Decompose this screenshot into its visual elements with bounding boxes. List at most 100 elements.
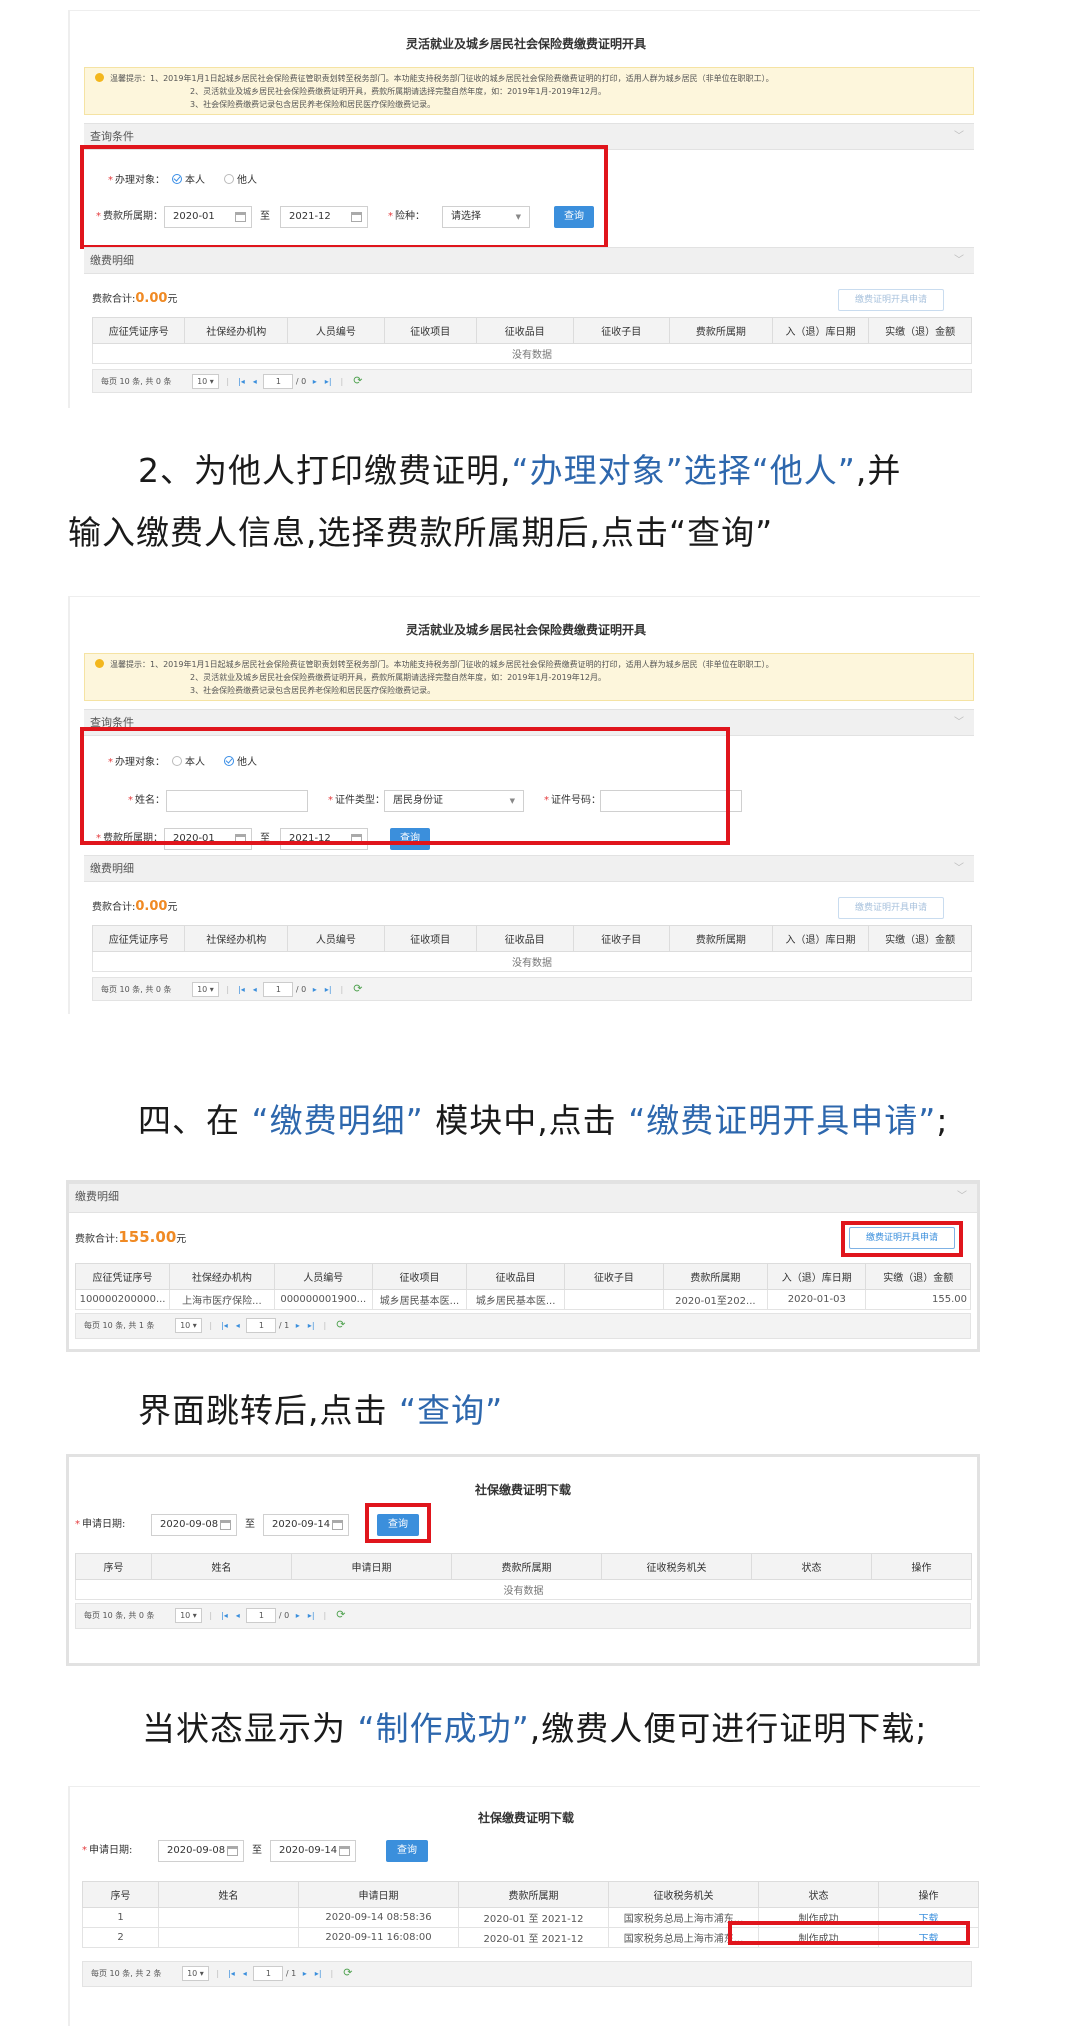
- name-label: * 姓名：: [128, 795, 165, 806]
- apply-date-from-input[interactable]: 2020-09-08: [151, 1514, 237, 1536]
- column-header: 征收品目: [466, 1263, 566, 1290]
- payment-table: 应征凭证序号 社保经办机构 人员编号 征收项目 征收品目 征收子目 费款所属期 入（退）库日期…: [91, 925, 972, 972]
- column-header: 申请日期: [291, 1553, 452, 1580]
- detail-section-header[interactable]: 缴费明细 ﹀: [69, 1183, 977, 1213]
- first-page-icon[interactable]: |◂: [238, 985, 245, 994]
- dropdown-arrow-icon: ▼: [509, 797, 515, 805]
- page-number-input[interactable]: 1: [263, 374, 294, 389]
- apply-certificate-button[interactable]: 缴费证明开具申请: [838, 897, 944, 919]
- apply-date-to-input[interactable]: 2020-09-14: [263, 1514, 349, 1536]
- download-table: 序号 姓名 申请日期 费款所属期 征收税务机关 状态 操作 1 2020-09-14 08:5…: [82, 1881, 979, 1948]
- period-from-input[interactable]: 2020-01: [164, 828, 252, 850]
- page-size-select[interactable]: 10 ▾: [192, 982, 219, 997]
- table-cell: 155.00: [865, 1289, 971, 1310]
- page-number-input[interactable]: 1: [263, 982, 294, 997]
- query-button[interactable]: 查询: [554, 206, 594, 228]
- payment-table: 应征凭证序号 社保经办机构 人员编号 征收项目 征收品目 征收子目 费款所属期 入（退）库日期…: [74, 1263, 971, 1310]
- period-to-input[interactable]: 2021-12: [280, 828, 368, 850]
- column-header: 征收项目: [371, 1263, 468, 1290]
- column-header: 申请日期: [298, 1881, 459, 1908]
- page-size-select[interactable]: 10 ▾: [192, 374, 219, 389]
- page-size-select[interactable]: 10 ▾: [182, 1966, 209, 1981]
- radio-other[interactable]: 他人: [224, 753, 257, 773]
- refresh-icon[interactable]: ⟳: [353, 374, 362, 387]
- radio-self[interactable]: 本人: [172, 171, 205, 191]
- table-cell: [158, 1927, 299, 1948]
- column-header: 序号: [75, 1553, 152, 1580]
- table-cell: 100000200000...: [74, 1289, 171, 1310]
- table-cell: 2020-01 至 2021-12: [458, 1907, 609, 1928]
- apply-certificate-button[interactable]: 缴费证明开具申请: [838, 289, 944, 311]
- query-section-header[interactable]: 查询条件 ﹀: [84, 123, 974, 150]
- detail-section-header[interactable]: 缴费明细 ﹀: [84, 247, 974, 274]
- table-cell: [564, 1289, 664, 1310]
- cert-type-select[interactable]: 居民身份证 ▼: [384, 790, 524, 812]
- column-header: 实缴（退）金额: [865, 1263, 971, 1290]
- calendar-icon: [332, 1520, 343, 1530]
- last-page-icon[interactable]: ▸|: [308, 1611, 315, 1620]
- chevron-down-icon: ﹀: [954, 131, 964, 142]
- query-button[interactable]: 查询: [386, 1840, 428, 1862]
- tip-banner: 温馨提示：1、2019年1月1日起城乡居民社会保险费征管职责划转至税务部门。本功…: [84, 67, 974, 115]
- last-page-icon[interactable]: ▸|: [325, 985, 332, 994]
- download-page-title: 社保缴费证明下载: [477, 1811, 574, 1825]
- next-page-icon[interactable]: ▸: [313, 985, 317, 994]
- apply-date-from-input[interactable]: 2020-09-08: [158, 1840, 244, 1862]
- prev-page-icon[interactable]: ◂: [236, 1611, 240, 1620]
- next-page-icon[interactable]: ▸: [296, 1321, 300, 1330]
- insurance-select[interactable]: 请选择 ▼: [442, 206, 530, 228]
- prev-page-icon[interactable]: ◂: [236, 1321, 240, 1330]
- cert-number-input[interactable]: [600, 790, 742, 812]
- download-link[interactable]: 下载: [878, 1927, 979, 1948]
- calendar-icon: [235, 834, 246, 844]
- table-row[interactable]: 100000200000... 上海市医疗保险... 000000001900...…: [74, 1289, 971, 1310]
- page-number-input[interactable]: 1: [253, 1966, 284, 1981]
- radio-other[interactable]: 他人: [224, 171, 257, 191]
- period-to-input[interactable]: 2021-12: [280, 206, 368, 228]
- chevron-down-icon: ﹀: [954, 255, 964, 266]
- next-page-icon[interactable]: ▸: [313, 377, 317, 386]
- column-header: 社保经办机构: [184, 925, 289, 952]
- last-page-icon[interactable]: ▸|: [315, 1969, 322, 1978]
- radio-checked-icon: [172, 174, 182, 184]
- name-input[interactable]: [166, 790, 308, 812]
- refresh-icon[interactable]: ⟳: [336, 1608, 345, 1621]
- table-cell: 国家税务总局上海市浦东...: [608, 1927, 759, 1948]
- prev-page-icon[interactable]: ◂: [253, 377, 257, 386]
- apply-date-label: * 申请日期:: [75, 1519, 126, 1530]
- query-button[interactable]: 查询: [377, 1514, 419, 1536]
- prev-page-icon[interactable]: ◂: [253, 985, 257, 994]
- period-from-input[interactable]: 2020-01: [164, 206, 252, 228]
- apply-date-to-input[interactable]: 2020-09-14: [270, 1840, 356, 1862]
- query-button[interactable]: 查询: [390, 828, 430, 850]
- apply-certificate-button[interactable]: 缴费证明开具申请: [849, 1227, 955, 1249]
- next-page-icon[interactable]: ▸: [296, 1611, 300, 1620]
- first-page-icon[interactable]: |◂: [238, 377, 245, 386]
- column-header: 姓名: [158, 1881, 299, 1908]
- radio-empty-icon: [224, 174, 234, 184]
- last-page-icon[interactable]: ▸|: [308, 1321, 315, 1330]
- first-page-icon[interactable]: |◂: [221, 1611, 228, 1620]
- table-row: 1 2020-09-14 08:58:36 2020-01 至 2021-12 国家税…: [82, 1907, 979, 1928]
- page-size-select[interactable]: 10 ▾: [175, 1608, 202, 1623]
- prev-page-icon[interactable]: ◂: [243, 1969, 247, 1978]
- first-page-icon[interactable]: |◂: [228, 1969, 235, 1978]
- refresh-icon[interactable]: ⟳: [336, 1318, 345, 1331]
- first-page-icon[interactable]: |◂: [221, 1321, 228, 1330]
- radio-self[interactable]: 本人: [172, 753, 205, 773]
- column-header: 操作: [871, 1553, 972, 1580]
- page-size-select[interactable]: 10 ▾: [175, 1318, 202, 1333]
- page-number-input[interactable]: 1: [246, 1608, 277, 1623]
- refresh-icon[interactable]: ⟳: [353, 982, 362, 995]
- query-section-header[interactable]: 查询条件 ﹀: [84, 709, 974, 736]
- last-page-icon[interactable]: ▸|: [325, 377, 332, 386]
- table-cell: 2: [82, 1927, 159, 1948]
- column-header: 费款所属期: [669, 925, 773, 952]
- download-link[interactable]: 下载: [878, 1907, 979, 1928]
- page-number-input[interactable]: 1: [246, 1318, 277, 1333]
- detail-section-header[interactable]: 缴费明细 ﹀: [84, 855, 974, 882]
- table-cell: 城乡居民基本医...: [371, 1289, 468, 1310]
- next-page-icon[interactable]: ▸: [303, 1969, 307, 1978]
- refresh-icon[interactable]: ⟳: [343, 1966, 352, 1979]
- column-header: 社保经办机构: [169, 1263, 275, 1290]
